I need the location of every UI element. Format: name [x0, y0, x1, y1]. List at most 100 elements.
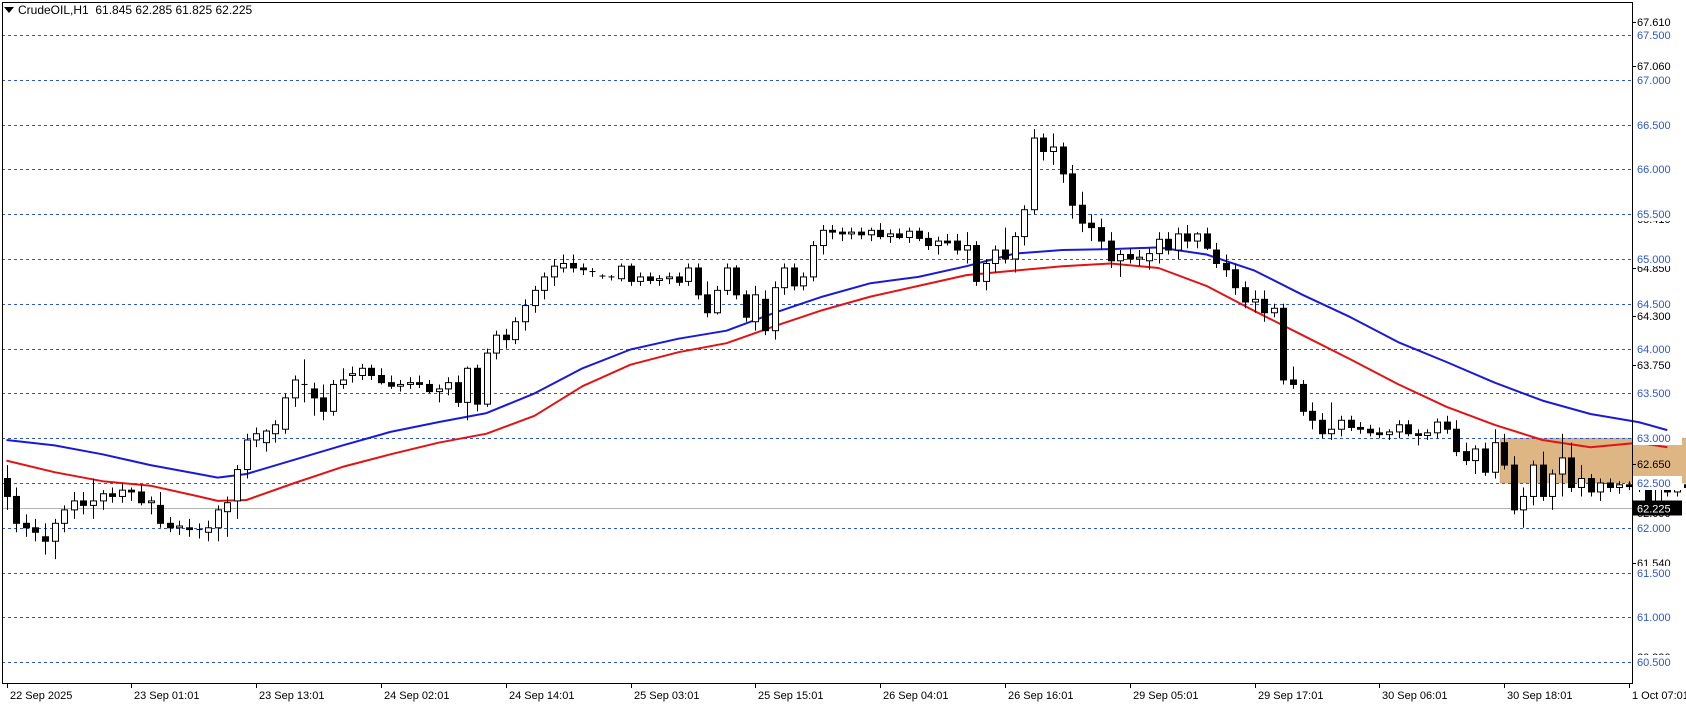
price-axis-label: 62.650	[1637, 459, 1671, 471]
time-axis-label: 26 Sep 04:01	[883, 690, 948, 702]
candle-body	[974, 246, 980, 282]
candle-body	[542, 277, 548, 290]
candle-body	[417, 383, 423, 385]
candle-body	[686, 268, 692, 281]
level-label: 65.500	[1637, 209, 1671, 221]
candle-body	[677, 277, 683, 282]
time-axis-label: 30 Sep 18:01	[1507, 690, 1572, 702]
candle	[715, 286, 721, 315]
price-axis-label: 63.750	[1637, 360, 1671, 372]
time-axis-label: 22 Sep 2025	[10, 690, 72, 702]
candle-body	[129, 490, 135, 492]
symbol-header[interactable]: CrudeOIL,H1 61.845 62.285 61.825 62.225	[4, 3, 252, 17]
candle-body	[321, 398, 327, 411]
candle-body	[629, 266, 635, 281]
candle-body	[984, 263, 990, 281]
candle-body	[523, 306, 529, 322]
level-label: 67.000	[1637, 75, 1671, 87]
candle-body	[1301, 384, 1307, 411]
candle-body	[811, 246, 817, 277]
candle-body	[1349, 420, 1355, 427]
candle-body	[264, 431, 270, 443]
candle-body	[331, 384, 337, 411]
candle-body	[158, 505, 164, 523]
candle-body	[1185, 234, 1191, 241]
dropdown-triangle-icon[interactable]	[4, 7, 14, 13]
candle-body	[945, 241, 951, 243]
candle-body	[1281, 308, 1287, 380]
candle-body	[485, 353, 491, 404]
candle-body	[1425, 433, 1431, 436]
candle	[744, 290, 750, 321]
candle-body	[5, 479, 11, 497]
candle	[792, 263, 798, 290]
candle-body	[1157, 239, 1163, 253]
level-label: 62.000	[1637, 523, 1671, 535]
candle-body	[379, 375, 385, 382]
candle-body	[43, 537, 49, 541]
candle-body	[139, 492, 145, 503]
candle-body	[446, 383, 452, 389]
candle-body	[398, 384, 404, 386]
candle-body	[1387, 432, 1393, 435]
time-axis-label: 25 Sep 15:01	[758, 690, 823, 702]
candle-body	[1617, 485, 1623, 488]
candle-body	[216, 510, 222, 528]
level-label: 66.500	[1637, 120, 1671, 132]
candle-body	[1569, 458, 1575, 488]
level-label: 64.500	[1637, 299, 1671, 311]
candle-body	[734, 268, 740, 295]
candle-body	[859, 232, 865, 235]
candle-body	[1089, 223, 1095, 227]
candle-body	[1061, 147, 1067, 174]
candle-body	[1032, 138, 1038, 210]
time-axis-label: 30 Sep 06:01	[1382, 690, 1447, 702]
candle-body	[1253, 299, 1259, 302]
candle-body	[1195, 234, 1201, 241]
candle-body	[1176, 234, 1182, 250]
candle-body	[773, 288, 779, 331]
candle-body	[1166, 239, 1172, 250]
candle-body	[1531, 465, 1537, 496]
candle-body	[1397, 425, 1403, 432]
time-axis-label: 29 Sep 05:01	[1133, 690, 1198, 702]
candle-body	[149, 501, 155, 503]
candle-body	[1598, 483, 1604, 492]
candle	[773, 281, 779, 339]
candle	[1281, 304, 1287, 385]
candle-body	[1406, 425, 1412, 434]
candle-body	[1512, 465, 1518, 510]
candle-body	[273, 425, 279, 434]
candle-body	[1310, 411, 1316, 420]
candle	[1032, 129, 1038, 214]
candle-body	[849, 232, 855, 234]
candle-body	[1137, 257, 1143, 259]
candle-body	[1473, 449, 1479, 461]
candle-body	[513, 322, 519, 340]
candle-body	[552, 266, 558, 277]
candle-body	[1013, 237, 1019, 259]
candle-body	[235, 470, 241, 501]
candle-body	[360, 368, 366, 375]
candle-body	[725, 268, 731, 290]
candle-body	[1445, 422, 1451, 429]
time-axis-label: 26 Sep 16:01	[1008, 690, 1073, 702]
candle	[974, 241, 980, 286]
time-axis-label: 23 Sep 13:01	[259, 690, 324, 702]
candle-body	[657, 279, 663, 281]
candle-body	[1589, 479, 1595, 492]
candle-body	[72, 501, 78, 510]
candle-body	[1070, 174, 1076, 205]
candle-body	[1109, 241, 1115, 261]
candle-body	[1291, 380, 1297, 384]
candle-body	[1502, 443, 1508, 465]
candle-body	[581, 268, 587, 270]
candle-body	[1147, 254, 1153, 261]
candle-body	[369, 368, 375, 375]
candle-body	[1272, 308, 1278, 312]
candle-body	[293, 380, 299, 398]
candle-body	[1521, 496, 1527, 509]
candle-body	[341, 380, 347, 384]
candle-body	[1541, 465, 1547, 496]
candle-body	[1214, 250, 1220, 263]
